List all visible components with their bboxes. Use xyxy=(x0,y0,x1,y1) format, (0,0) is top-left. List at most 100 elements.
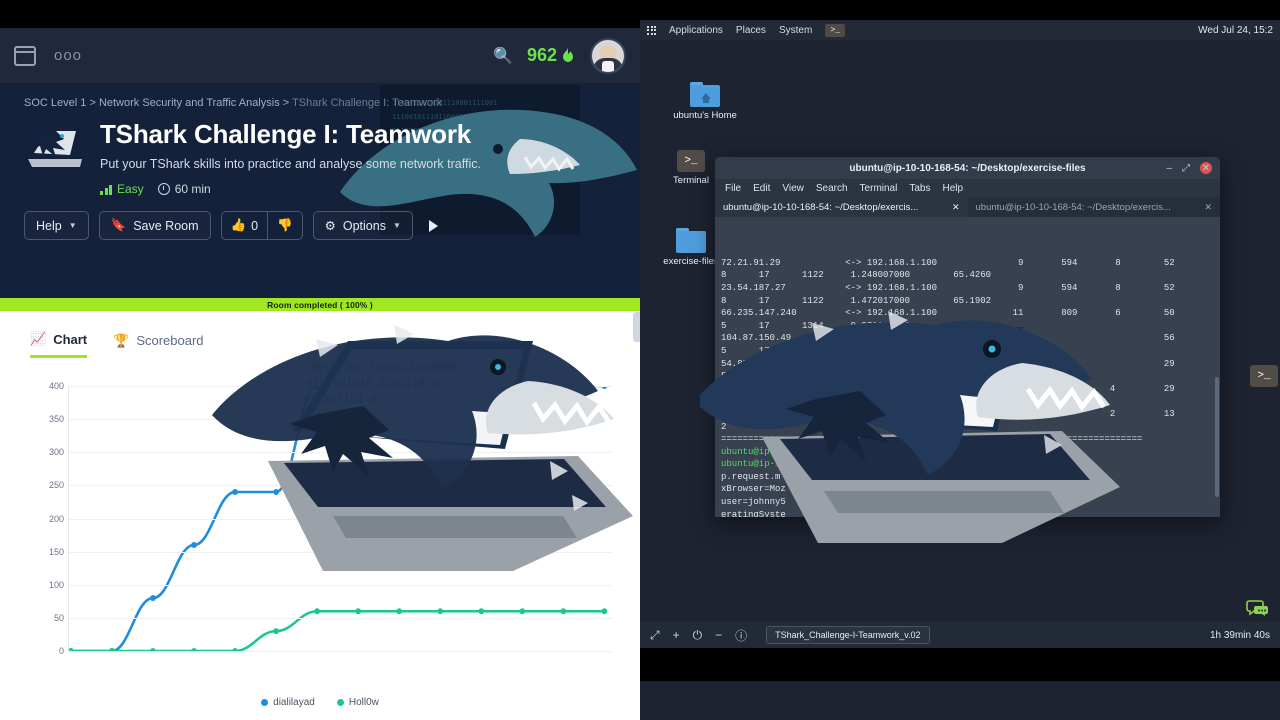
options-label: Options xyxy=(342,218,386,233)
chart-point-Holl0w-11[interactable] xyxy=(519,608,526,615)
menu-view[interactable]: View xyxy=(782,183,804,194)
close-icon[interactable]: ✕ xyxy=(1200,162,1212,174)
machine-window-name[interactable]: TShark_Challenge-I-Teamwork_v.02 xyxy=(766,626,930,644)
terminal-scrollbar[interactable] xyxy=(1215,377,1219,497)
terminal-window: ubuntu@ip-10-10-168-54: ~/Desktop/exerci… xyxy=(715,157,1220,517)
menu-help[interactable]: Help xyxy=(942,183,963,194)
legend-label-dialilayad: dialilayad xyxy=(273,697,315,708)
minus-icon[interactable]: − xyxy=(715,628,722,642)
room-progress-bar: Room completed ( 100% ) xyxy=(0,298,640,311)
legend-item-Holl0w[interactable]: Holl0w xyxy=(336,697,379,708)
terminal-output[interactable]: 72.21.91.29 <-> 192.168.1.100 9 594 8 52… xyxy=(715,217,1220,517)
desktop-icon-home[interactable]: ubuntu's Home xyxy=(672,82,738,121)
chart-point-dialilayad-4[interactable] xyxy=(232,489,238,495)
navbar-right-group: 🔍 962 xyxy=(493,37,626,74)
menu-system[interactable]: System xyxy=(779,25,812,36)
help-button[interactable]: Help ▼ xyxy=(24,211,89,240)
menu-places[interactable]: Places xyxy=(736,25,766,36)
gridline-200 xyxy=(69,518,612,520)
chart-point-Holl0w-6[interactable] xyxy=(314,608,320,615)
menu-tabs[interactable]: Tabs xyxy=(909,183,930,194)
flame-icon xyxy=(560,46,576,65)
terminal-tab-1[interactable]: ubuntu@ip-10-10-168-54: ~/Desktop/exerci… xyxy=(715,197,968,217)
terminal-tab-1-label: ubuntu@ip-10-10-168-54: ~/Desktop/exerci… xyxy=(723,201,919,213)
duration-badge: 60 min xyxy=(157,182,211,196)
side-panel-handle[interactable] xyxy=(633,312,640,342)
more-options-icon[interactable]: ooo xyxy=(54,47,82,64)
room-laptop-shark-icon xyxy=(24,119,86,175)
chart-point-dialilayad-3[interactable] xyxy=(191,542,197,548)
terminal-line-4: 66.235.147.240 <-> 192.168.1.100 11 809 … xyxy=(721,308,1175,319)
tab-scoreboard[interactable]: 🏆 Scoreboard xyxy=(113,331,203,358)
chart-point-dialilayad-5[interactable] xyxy=(273,489,279,495)
info-icon[interactable]: ⓘ xyxy=(735,627,747,644)
terminal-line-13: 2 3 xyxy=(721,421,770,432)
breadcrumb-level2[interactable]: Network Security and Traffic Analysis xyxy=(99,97,280,109)
terminal-tab-2[interactable]: ubuntu@ip-10-10-168-54: ~/Desktop/exerci… xyxy=(968,197,1221,217)
menu-file[interactable]: File xyxy=(725,183,741,194)
avatar[interactable] xyxy=(590,37,626,74)
legend-dot-dialilayad xyxy=(261,699,269,706)
legend-dot-Holl0w xyxy=(336,699,344,706)
chart-point-Holl0w-8[interactable] xyxy=(396,608,403,615)
window-icon[interactable] xyxy=(14,45,36,66)
chart-point-Holl0w-9[interactable] xyxy=(437,608,444,615)
legend-item-dialilayad[interactable]: dialilayad xyxy=(261,697,315,708)
avatar-shirt xyxy=(602,60,614,72)
chart-point-Holl0w-7[interactable] xyxy=(355,608,362,615)
trophy-icon: 🏆 xyxy=(113,332,130,348)
terminal-titlebar[interactable]: ubuntu@ip-10-10-168-54: ~/Desktop/exerci… xyxy=(715,157,1220,179)
chart-point-Holl0w-12[interactable] xyxy=(560,608,567,615)
y-tick-150: 150 xyxy=(48,546,64,557)
terminal-tabbar: ubuntu@ip-10-10-168-54: ~/Desktop/exerci… xyxy=(715,197,1220,217)
streak-counter[interactable]: 962 xyxy=(527,45,576,66)
room-subtitle: Put your TShark skills into practice and… xyxy=(100,157,481,171)
y-tick-200: 200 xyxy=(48,513,64,524)
machine-timer: 1h 39min 40s xyxy=(1209,629,1270,641)
apps-grid-icon[interactable] xyxy=(647,25,656,35)
chart-container: 0 50 100 150 200 250 300 350 400 00101101 101011… xyxy=(18,325,633,708)
desktop-icon-terminal-label: Terminal xyxy=(673,175,709,186)
y-tick-100: 100 xyxy=(48,579,64,590)
chart-point-Holl0w-10[interactable] xyxy=(478,608,485,615)
power-icon[interactable]: ⏻ xyxy=(693,628,703,643)
menu-terminal[interactable]: Terminal xyxy=(860,183,898,194)
breadcrumb-sep-1: > xyxy=(89,97,96,109)
chat-bubble-icon[interactable] xyxy=(1246,599,1270,619)
plus-icon[interactable]: + xyxy=(673,628,680,642)
terminal-tab-2-close-icon[interactable]: ✕ xyxy=(1204,202,1212,213)
gridline-0 xyxy=(69,651,612,652)
terminal-line-8: 54.87.193.254 <-> 192.168.1.100 29 xyxy=(721,358,1175,369)
breadcrumb-level1[interactable]: SOC Level 1 xyxy=(24,97,86,109)
breadcrumb: SOC Level 1 > Network Security and Traff… xyxy=(24,97,616,109)
room-meta: Easy 60 min xyxy=(100,182,481,196)
chart-point-Holl0w-5[interactable] xyxy=(273,628,279,635)
chart-point-dialilayad-2[interactable] xyxy=(150,595,156,601)
upvote-button[interactable]: 👍 0 xyxy=(222,212,268,239)
expand-icon[interactable]: ⤢ xyxy=(650,628,660,643)
tab-chart[interactable]: 📈 Chart xyxy=(30,331,88,358)
downvote-button[interactable]: 👎 xyxy=(267,212,302,239)
terminal-icon[interactable]: >_ xyxy=(825,23,846,37)
tab-chart-label: Chart xyxy=(53,331,88,347)
menu-search[interactable]: Search xyxy=(816,183,848,194)
chart-legend: dialilayad Holl0w xyxy=(18,697,622,708)
menu-applications[interactable]: Applications xyxy=(669,25,723,36)
search-icon[interactable]: 🔍 xyxy=(493,46,513,66)
terminal-tab-1-close-icon[interactable]: ✕ xyxy=(952,202,960,213)
room-body: 📈 Chart 🏆 Scoreboard 0 50 100 150 200 250 300 3… xyxy=(0,311,640,719)
y-tick-250: 250 xyxy=(48,480,64,491)
menu-edit[interactable]: Edit xyxy=(753,183,770,194)
chart-point-Holl0w-13[interactable] xyxy=(601,608,608,615)
thm-navbar: ooo 🔍 962 xyxy=(0,28,640,83)
options-button[interactable]: ⚙ Options ▼ xyxy=(312,211,413,240)
panel-clock[interactable]: Wed Jul 24, 15:2 xyxy=(1198,25,1273,36)
home-folder-icon xyxy=(690,82,720,107)
save-room-button[interactable]: 🔖 Save Room xyxy=(98,211,211,240)
screenshot-root: ooo 🔍 962 1100011010101110001111001 1110… xyxy=(0,0,1280,720)
terminal-icon-desktop: >_ xyxy=(677,150,705,172)
minimize-icon[interactable]: – xyxy=(1166,163,1172,174)
edge-terminal-icon[interactable]: >_ xyxy=(1250,365,1278,387)
maximize-icon[interactable]: ⤢ xyxy=(1182,163,1190,174)
desktop-icon-home-label: ubuntu's Home xyxy=(673,110,737,121)
